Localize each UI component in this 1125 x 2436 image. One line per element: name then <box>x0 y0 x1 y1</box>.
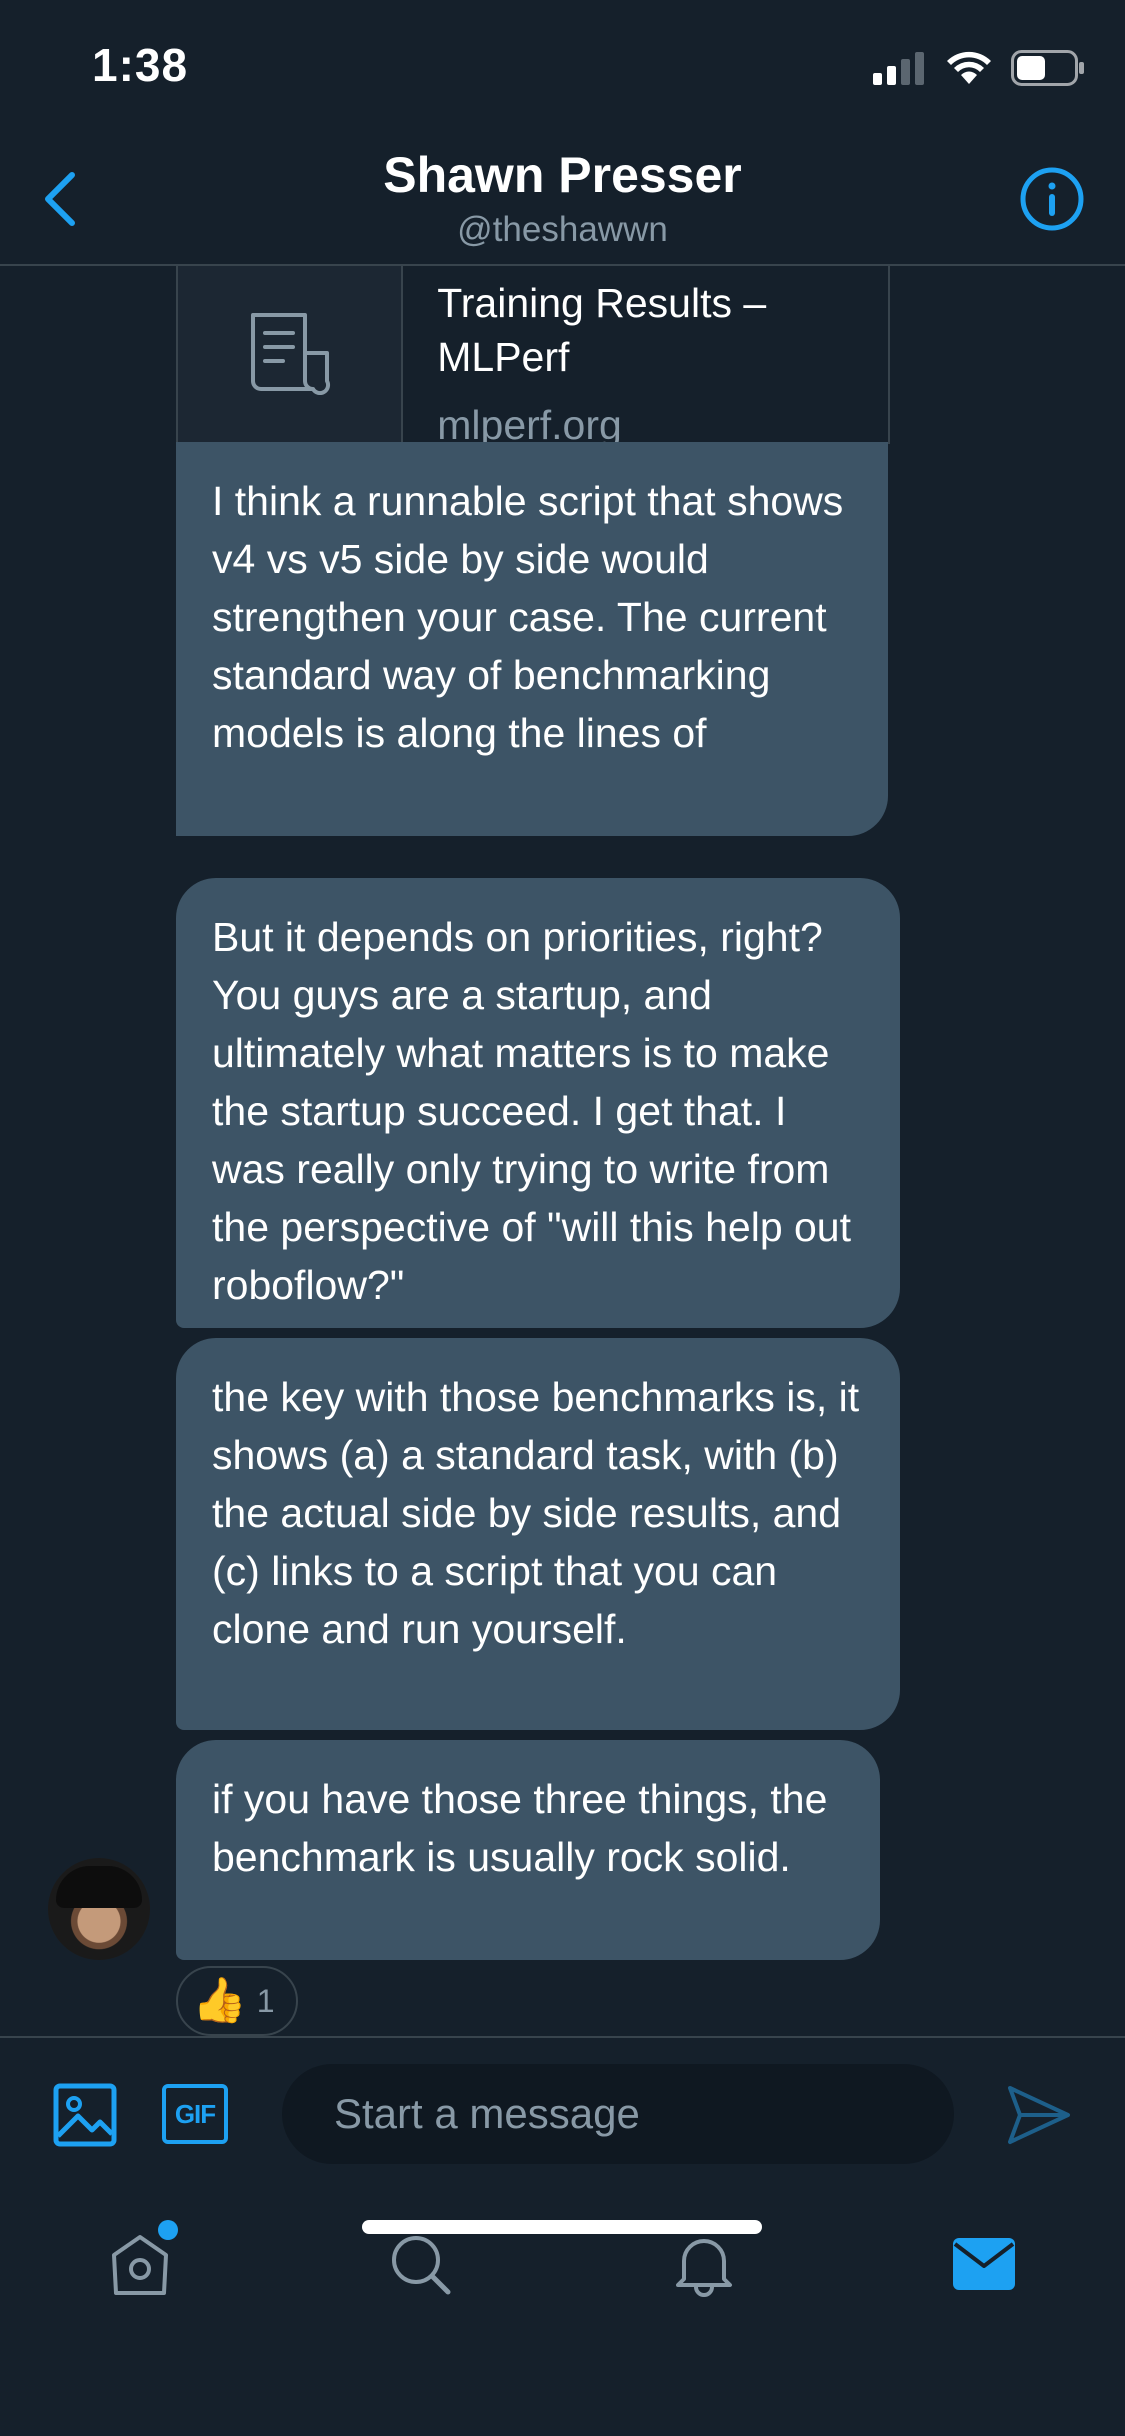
bell-icon <box>676 2239 732 2297</box>
info-button[interactable] <box>1019 166 1085 232</box>
message-thread[interactable]: Training Results – MLPerf mlperf.org I t… <box>0 266 1125 2036</box>
info-icon <box>1020 167 1084 231</box>
document-icon <box>250 313 330 395</box>
tab-messages[interactable] <box>946 2226 1022 2302</box>
message-input[interactable] <box>282 2064 954 2164</box>
signal-icon <box>873 51 927 90</box>
message-bubble[interactable]: if you have those three things, the benc… <box>176 1740 880 1960</box>
reaction-badge[interactable]: 👍 1 <box>176 1966 298 2036</box>
home-icon <box>112 2235 168 2295</box>
wifi-icon <box>945 50 993 91</box>
home-indicator <box>362 2220 762 2234</box>
link-preview-card[interactable]: Training Results – MLPerf mlperf.org <box>176 266 890 444</box>
contact-name[interactable]: Shawn Presser <box>0 146 1125 204</box>
image-icon <box>53 2083 117 2147</box>
link-title: Training Results – MLPerf <box>437 280 767 380</box>
link-domain: mlperf.org <box>437 402 622 444</box>
envelope-icon <box>953 2238 1015 2290</box>
link-thumbnail <box>178 266 404 442</box>
message-bubble[interactable]: the key with those benchmarks is, it sho… <box>176 1338 900 1730</box>
search-icon <box>392 2236 451 2295</box>
message-bubble[interactable]: But it depends on priorities, right? You… <box>176 878 900 1328</box>
tab-notifications[interactable] <box>666 2226 742 2302</box>
avatar-hat <box>56 1866 142 1908</box>
media-button[interactable] <box>52 2082 118 2148</box>
conversation-header: Shawn Presser @theshawwn <box>0 132 1125 266</box>
avatar[interactable] <box>48 1858 150 1960</box>
notification-dot <box>158 2220 178 2240</box>
battery-icon <box>1011 49 1085 91</box>
link-text: Training Results – MLPerf mlperf.org <box>403 266 888 442</box>
gif-button[interactable]: GIF <box>162 2084 228 2144</box>
send-button[interactable] <box>1006 2082 1072 2148</box>
send-icon <box>1008 2086 1070 2144</box>
status-time: 1:38 <box>92 39 189 91</box>
tab-search[interactable] <box>382 2226 458 2302</box>
contact-handle: @theshawwn <box>457 210 668 249</box>
bottom-tab-bar <box>0 2186 1125 2436</box>
message-bubble[interactable]: I think a runnable script that shows v4 … <box>176 442 888 836</box>
tab-home[interactable] <box>102 2220 178 2302</box>
message-composer: GIF <box>0 2036 1125 2188</box>
status-bar: 1:38 <box>0 0 1125 132</box>
thumbs-up-icon: 👍 <box>192 1976 247 2025</box>
status-icons <box>873 49 1085 91</box>
reaction-count: 1 <box>256 1982 275 2019</box>
